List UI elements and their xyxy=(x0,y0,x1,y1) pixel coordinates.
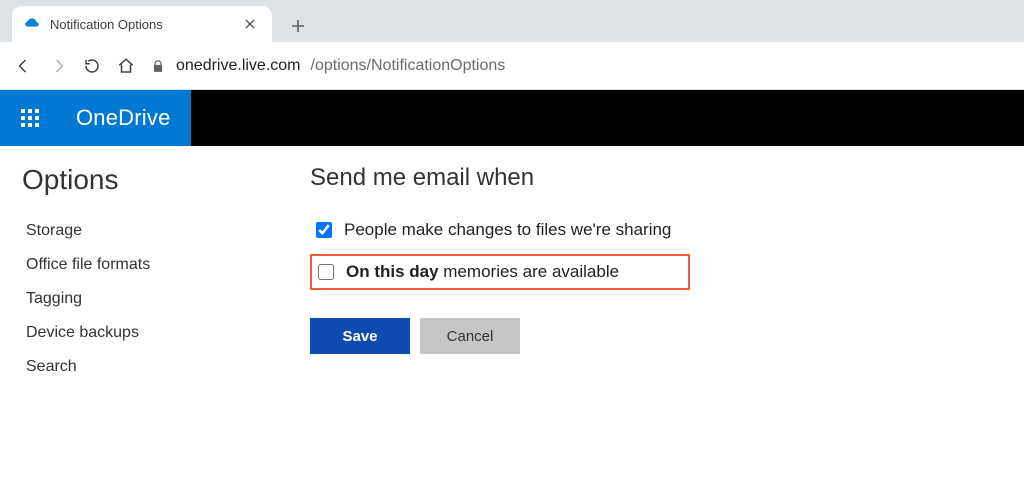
app-brand[interactable]: OneDrive xyxy=(60,90,191,146)
tab-title: Notification Options xyxy=(50,17,232,32)
checkbox-people-make-changes[interactable] xyxy=(316,222,332,238)
sidebar-item-device-backups[interactable]: Device backups xyxy=(22,316,258,350)
back-button[interactable] xyxy=(14,56,34,76)
browser-toolbar: onedrive.live.com/options/NotificationOp… xyxy=(0,42,1024,90)
tab-close-button[interactable] xyxy=(242,16,258,32)
cancel-button[interactable]: Cancel xyxy=(420,318,520,354)
main-heading: Send me email when xyxy=(310,164,994,192)
new-tab-button[interactable] xyxy=(282,10,314,42)
option-people-make-changes[interactable]: People make changes to files we're shari… xyxy=(310,214,994,246)
forward-button[interactable] xyxy=(48,56,68,76)
save-button[interactable]: Save xyxy=(310,318,410,354)
onedrive-favicon xyxy=(24,16,40,32)
sidebar-list: Storage Office file formats Tagging Devi… xyxy=(22,214,258,384)
option-label: People make changes to files we're shari… xyxy=(344,220,671,240)
sidebar: Options Storage Office file formats Tagg… xyxy=(0,146,280,500)
sidebar-item-tagging[interactable]: Tagging xyxy=(22,282,258,316)
url-host: onedrive.live.com xyxy=(176,57,301,75)
browser-chrome: Notification Options onedrive.live.com/o… xyxy=(0,0,1024,90)
tab-strip: Notification Options xyxy=(0,0,1024,42)
lock-icon xyxy=(150,58,166,74)
home-button[interactable] xyxy=(116,56,136,76)
button-row: Save Cancel xyxy=(310,318,994,354)
app-launcher-button[interactable] xyxy=(0,90,60,146)
browser-tab[interactable]: Notification Options xyxy=(12,6,272,42)
address-bar[interactable]: onedrive.live.com/options/NotificationOp… xyxy=(150,57,1010,75)
reload-button[interactable] xyxy=(82,56,102,76)
url-path: /options/NotificationOptions xyxy=(311,57,506,75)
app-header: OneDrive xyxy=(0,90,1024,146)
content-area: Options Storage Office file formats Tagg… xyxy=(0,146,1024,500)
option-on-this-day[interactable]: On this day memories are available xyxy=(310,254,690,290)
option-label: On this day memories are available xyxy=(346,262,619,282)
main-panel: Send me email when People make changes t… xyxy=(280,146,1024,500)
sidebar-heading: Options xyxy=(22,164,258,196)
sidebar-item-search[interactable]: Search xyxy=(22,350,258,384)
sidebar-item-office-file-formats[interactable]: Office file formats xyxy=(22,248,258,282)
sidebar-item-storage[interactable]: Storage xyxy=(22,214,258,248)
checkbox-on-this-day[interactable] xyxy=(318,264,334,280)
